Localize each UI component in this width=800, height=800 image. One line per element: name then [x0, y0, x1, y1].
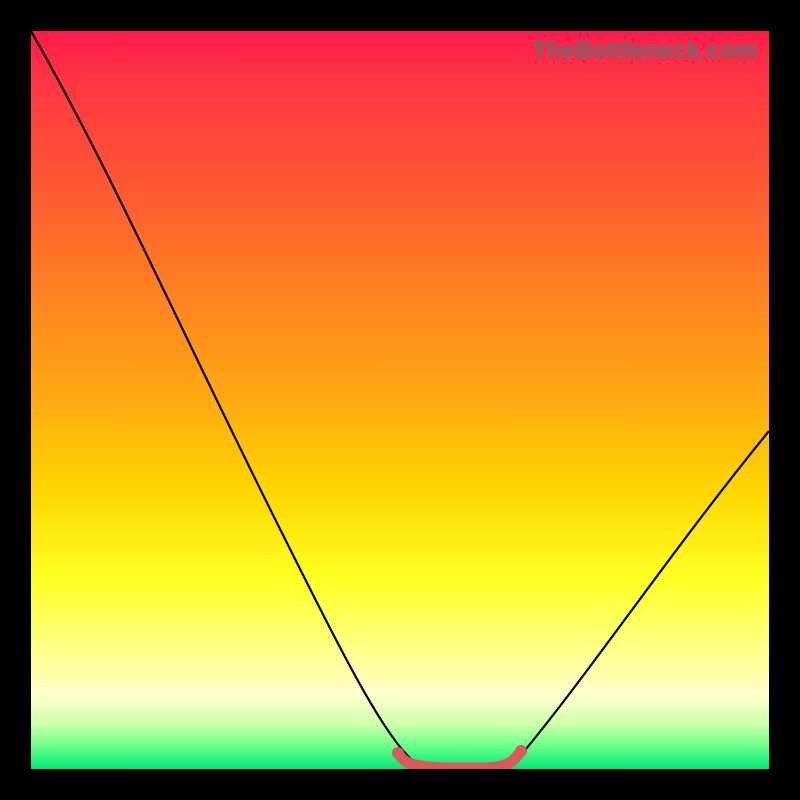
bottleneck-curve-path [31, 31, 769, 768]
highlight-end-dot-right [515, 745, 527, 757]
chart-frame: TheBottleneck.com [0, 0, 800, 800]
flat-bottom-highlight-path [398, 751, 521, 768]
highlight-end-dot-left [392, 747, 404, 759]
plot-area: TheBottleneck.com [31, 31, 769, 769]
curve-svg [31, 31, 769, 769]
